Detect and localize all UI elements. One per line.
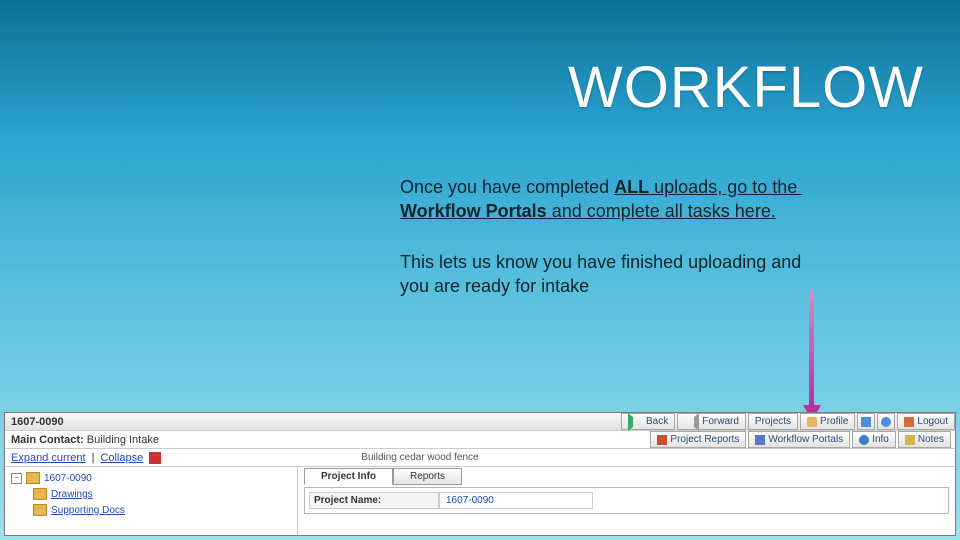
main-contact-value: Building Intake <box>87 434 159 446</box>
folder-icon <box>33 488 47 500</box>
info-button[interactable]: Info <box>852 431 896 448</box>
tree-item-supporting-docs[interactable]: Supporting Docs <box>33 502 291 518</box>
help-icon <box>881 417 891 427</box>
paragraph-1: Once you have completed ALL uploads, go … <box>400 175 830 224</box>
info-icon <box>859 435 869 445</box>
reports-icon <box>657 435 667 445</box>
folder-icon <box>33 504 47 516</box>
folder-icon <box>26 472 40 484</box>
project-id: 1607-0090 <box>5 416 64 428</box>
project-note: Building cedar wood fence <box>361 452 478 463</box>
home-icon <box>861 417 871 427</box>
user-icon <box>807 417 817 427</box>
logout-button[interactable]: Logout <box>897 413 955 430</box>
app-titlebar: 1607-0090 Back Forward Projects Profile … <box>5 413 955 431</box>
project-name-label: Project Name: <box>309 492 439 509</box>
main-pane: Project Info Reports Project Name: 1607-… <box>298 466 955 535</box>
paragraph-2: This lets us know you have finished uplo… <box>400 250 830 299</box>
slide-title: WORKFLOW <box>568 54 924 121</box>
notes-icon <box>905 435 915 445</box>
tree-root[interactable]: − 1607-0090 <box>11 470 291 486</box>
tab-panel: Project Name: 1607-0090 <box>304 487 949 514</box>
back-icon <box>628 413 643 431</box>
forward-button[interactable]: Forward <box>677 413 746 430</box>
pin-icon[interactable] <box>149 452 161 464</box>
collapse-icon[interactable]: − <box>11 473 22 484</box>
projects-button[interactable]: Projects <box>748 413 798 430</box>
forward-icon <box>684 413 699 431</box>
collapse-link[interactable]: Collapse <box>100 452 143 464</box>
app-screenshot: 1607-0090 Back Forward Projects Profile … <box>4 412 956 536</box>
profile-button[interactable]: Profile <box>800 413 855 430</box>
project-reports-button[interactable]: Project Reports <box>650 431 746 448</box>
tab-reports[interactable]: Reports <box>393 468 462 485</box>
expand-current-link[interactable]: Expand current <box>11 452 86 464</box>
workflow-icon <box>755 435 765 445</box>
contact-row: Main Contact: Building Intake Project Re… <box>5 431 955 449</box>
project-name-value: 1607-0090 <box>439 492 593 509</box>
slide-body: Once you have completed ALL uploads, go … <box>400 175 830 324</box>
help-button[interactable] <box>877 413 895 430</box>
notes-button[interactable]: Notes <box>898 431 951 448</box>
tab-project-info[interactable]: Project Info <box>304 468 393 485</box>
tree-item-drawings[interactable]: Drawings <box>33 486 291 502</box>
back-button[interactable]: Back <box>621 413 675 430</box>
home-button[interactable] <box>857 413 875 430</box>
logout-icon <box>904 417 914 427</box>
workflow-portals-button[interactable]: Workflow Portals <box>748 431 850 448</box>
main-contact-label: Main Contact: <box>11 434 84 446</box>
folder-tree: − 1607-0090 Drawings Supporting Docs <box>5 466 298 535</box>
tree-toolbar: Expand current | Collapse Building cedar… <box>5 449 955 467</box>
